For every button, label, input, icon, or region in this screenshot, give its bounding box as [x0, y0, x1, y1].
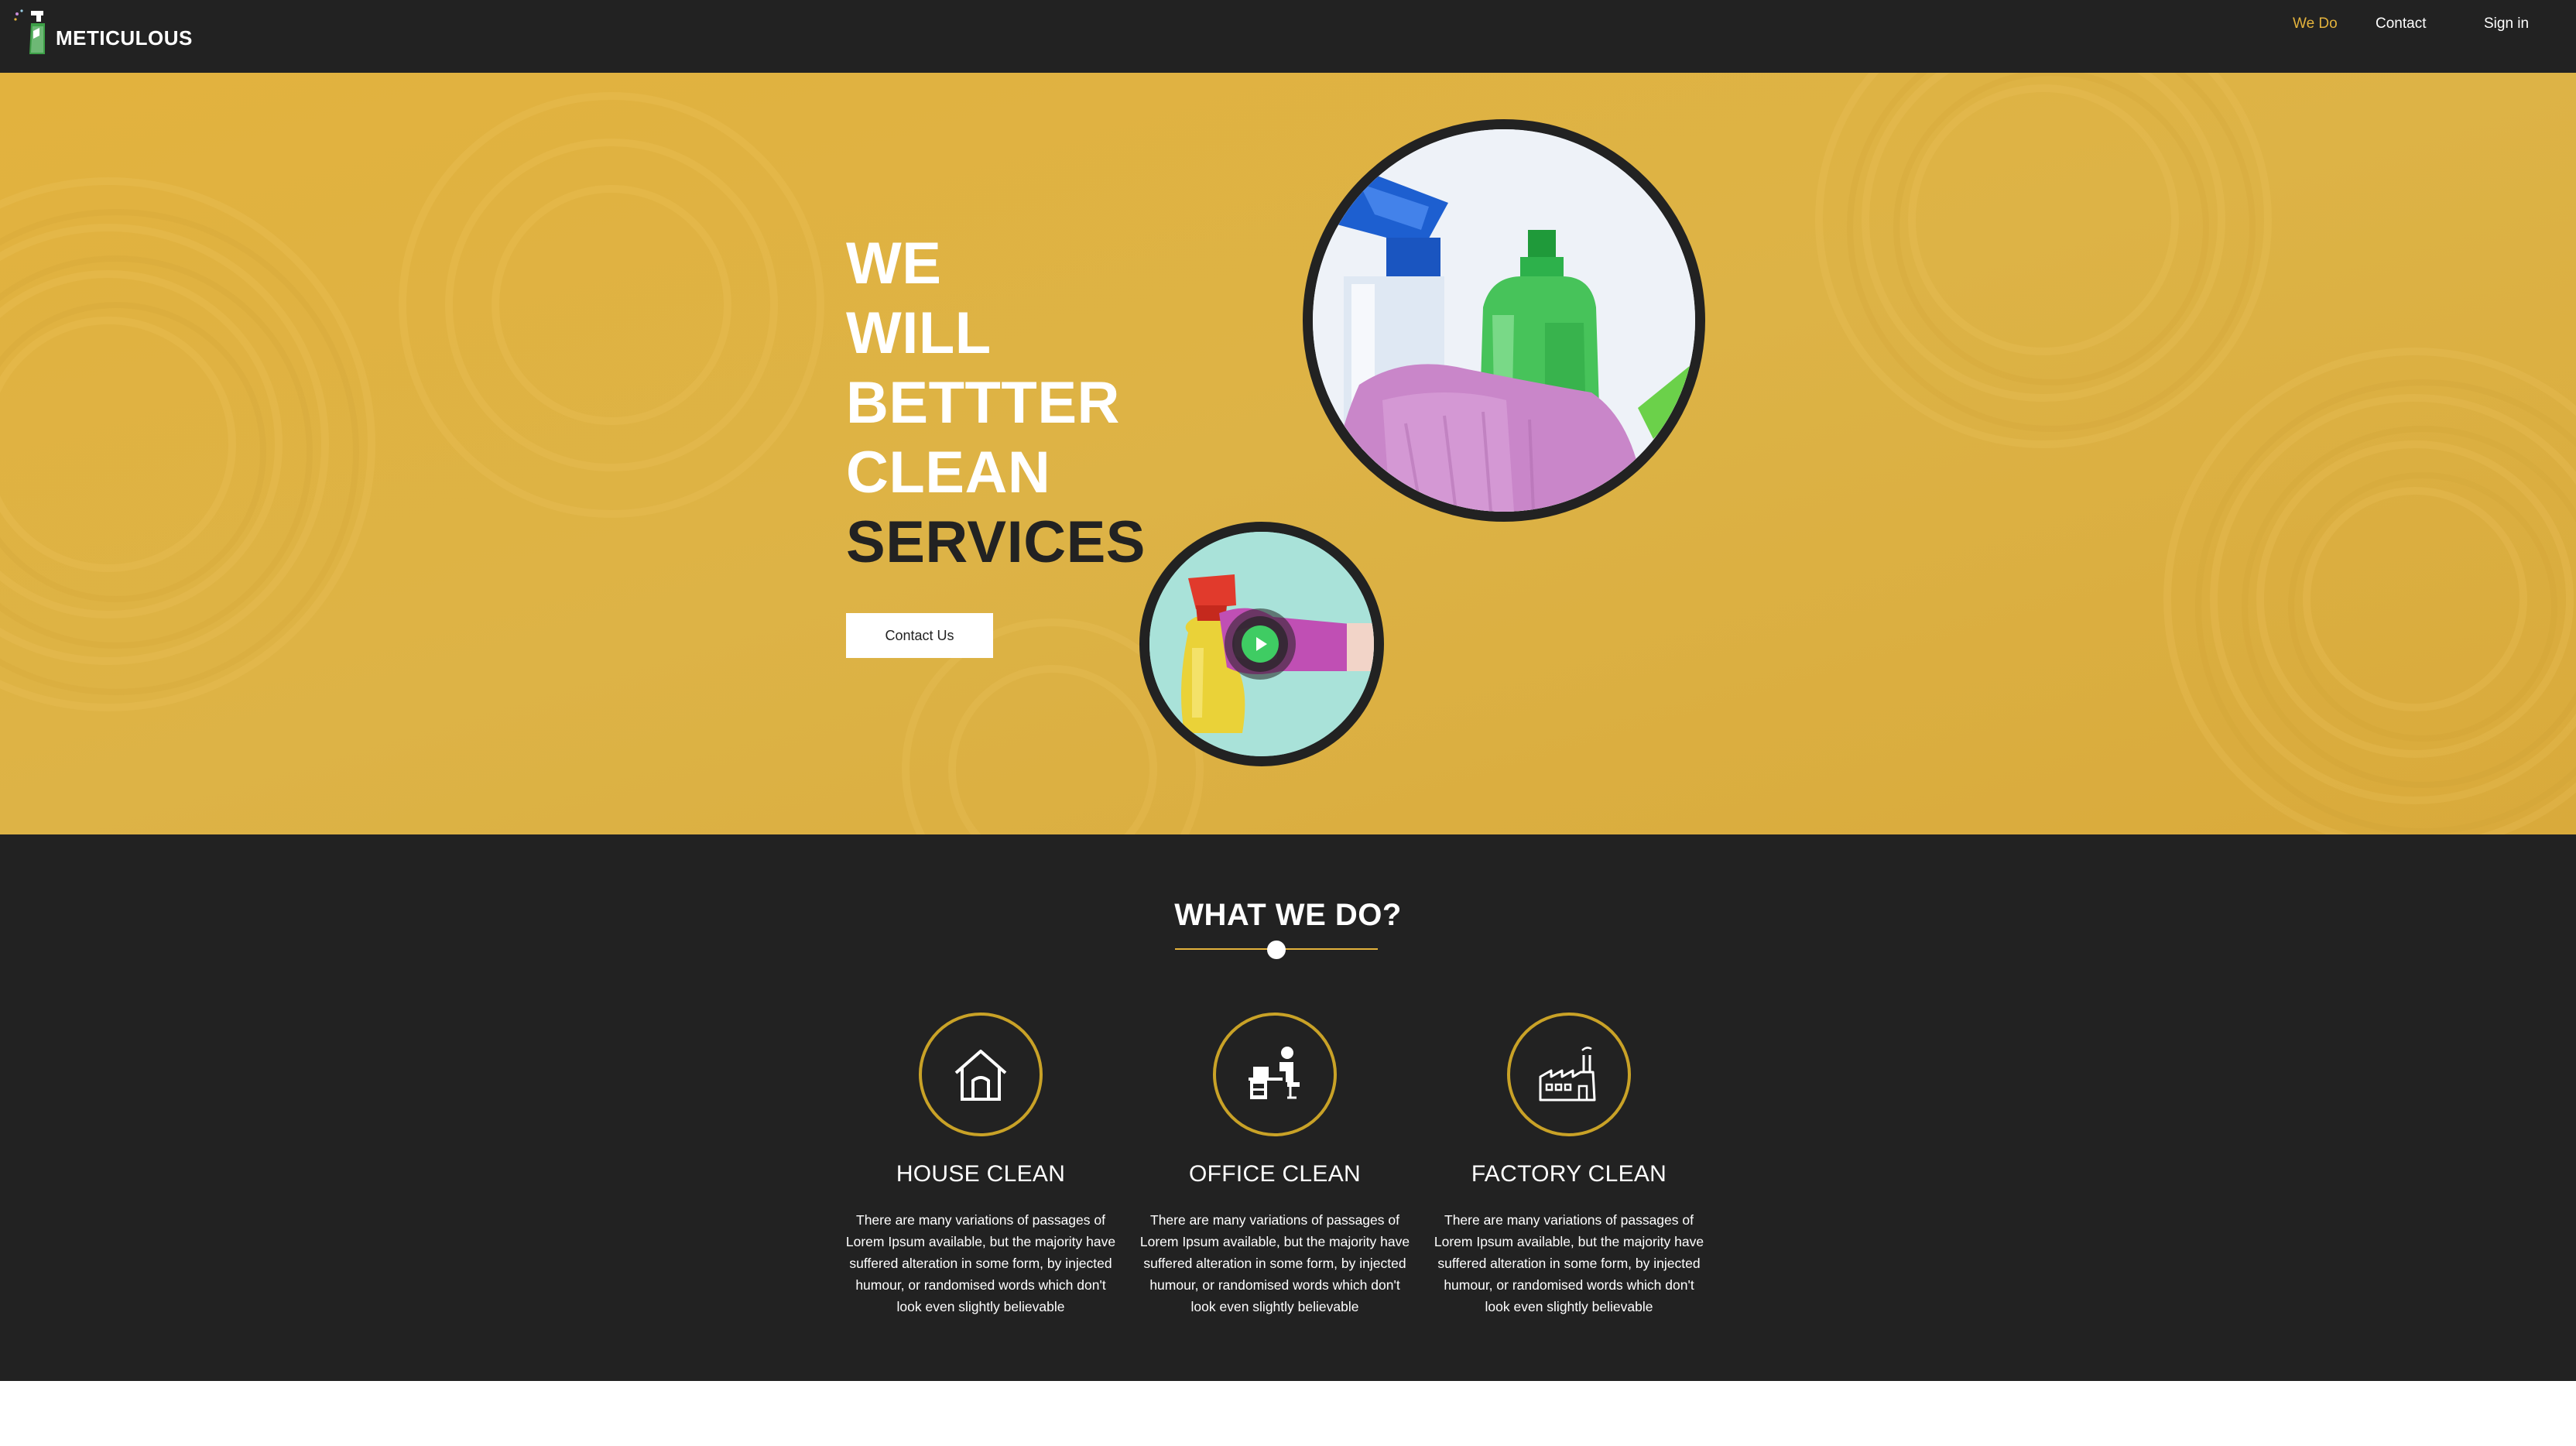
office-desk-icon: [1249, 1047, 1300, 1099]
hero-heading-highlight: SERVICES: [846, 509, 1146, 575]
factory-icon: [1539, 1047, 1596, 1102]
section-title: WHAT WE DO?: [1174, 898, 1402, 932]
service-icon-circle: [1507, 1013, 1631, 1136]
service-title: OFFICE CLEAN: [1189, 1161, 1361, 1187]
service-icon-circle: [919, 1013, 1043, 1136]
contact-us-button[interactable]: Contact Us: [846, 613, 993, 658]
service-title: FACTORY CLEAN: [1471, 1161, 1667, 1187]
hero-section: WE WILL BETTTER CLEAN SERVICES Contact U…: [0, 73, 2576, 834]
hero-heading-line-4: CLEAN: [846, 440, 1051, 505]
house-icon: [954, 1050, 1007, 1101]
spray-bottle-logo-icon: [14, 9, 45, 54]
nav-link-sign-in[interactable]: Sign in: [2484, 15, 2529, 33]
top-navbar: METICULOUS We Do Contact Sign in: [0, 0, 2576, 73]
service-card-office: OFFICE CLEAN There are many variations o…: [1136, 1013, 1414, 1353]
service-card-house: HOUSE CLEAN There are many variations of…: [841, 1013, 1120, 1353]
page-footer-space: [0, 1381, 2576, 1446]
cleaning-bottles-illustration: [1313, 129, 1695, 512]
service-description: There are many variations of passages of…: [1434, 1212, 1704, 1314]
hero-heading-line-1: WE: [846, 231, 942, 296]
service-description: There are many variations of passages of…: [845, 1212, 1116, 1314]
hero-heading-line-3: BETTTER: [846, 370, 1120, 436]
nav-link-contact[interactable]: Contact: [2376, 15, 2426, 33]
play-video-button[interactable]: [1223, 607, 1297, 681]
nav-link-we-do[interactable]: We Do: [2293, 15, 2338, 33]
service-card-factory: FACTORY CLEAN There are many variations …: [1430, 1013, 1708, 1353]
brand-name: METICULOUS: [56, 26, 193, 50]
what-we-do-section: WHAT WE DO? HOUSE CLEAN There are many v…: [0, 834, 2576, 1381]
service-icon-circle: [1213, 1013, 1337, 1136]
service-title: HOUSE CLEAN: [896, 1161, 1066, 1187]
hero-heading: WE WILL BETTTER CLEAN SERVICES: [846, 229, 1146, 577]
cleaning-products-photo: [1303, 119, 1705, 522]
title-divider-dot: [1267, 941, 1286, 959]
brand-logo[interactable]: METICULOUS: [11, 8, 212, 54]
hero-heading-line-2: WILL: [846, 300, 992, 366]
service-description: There are many variations of passages of…: [1139, 1212, 1410, 1314]
